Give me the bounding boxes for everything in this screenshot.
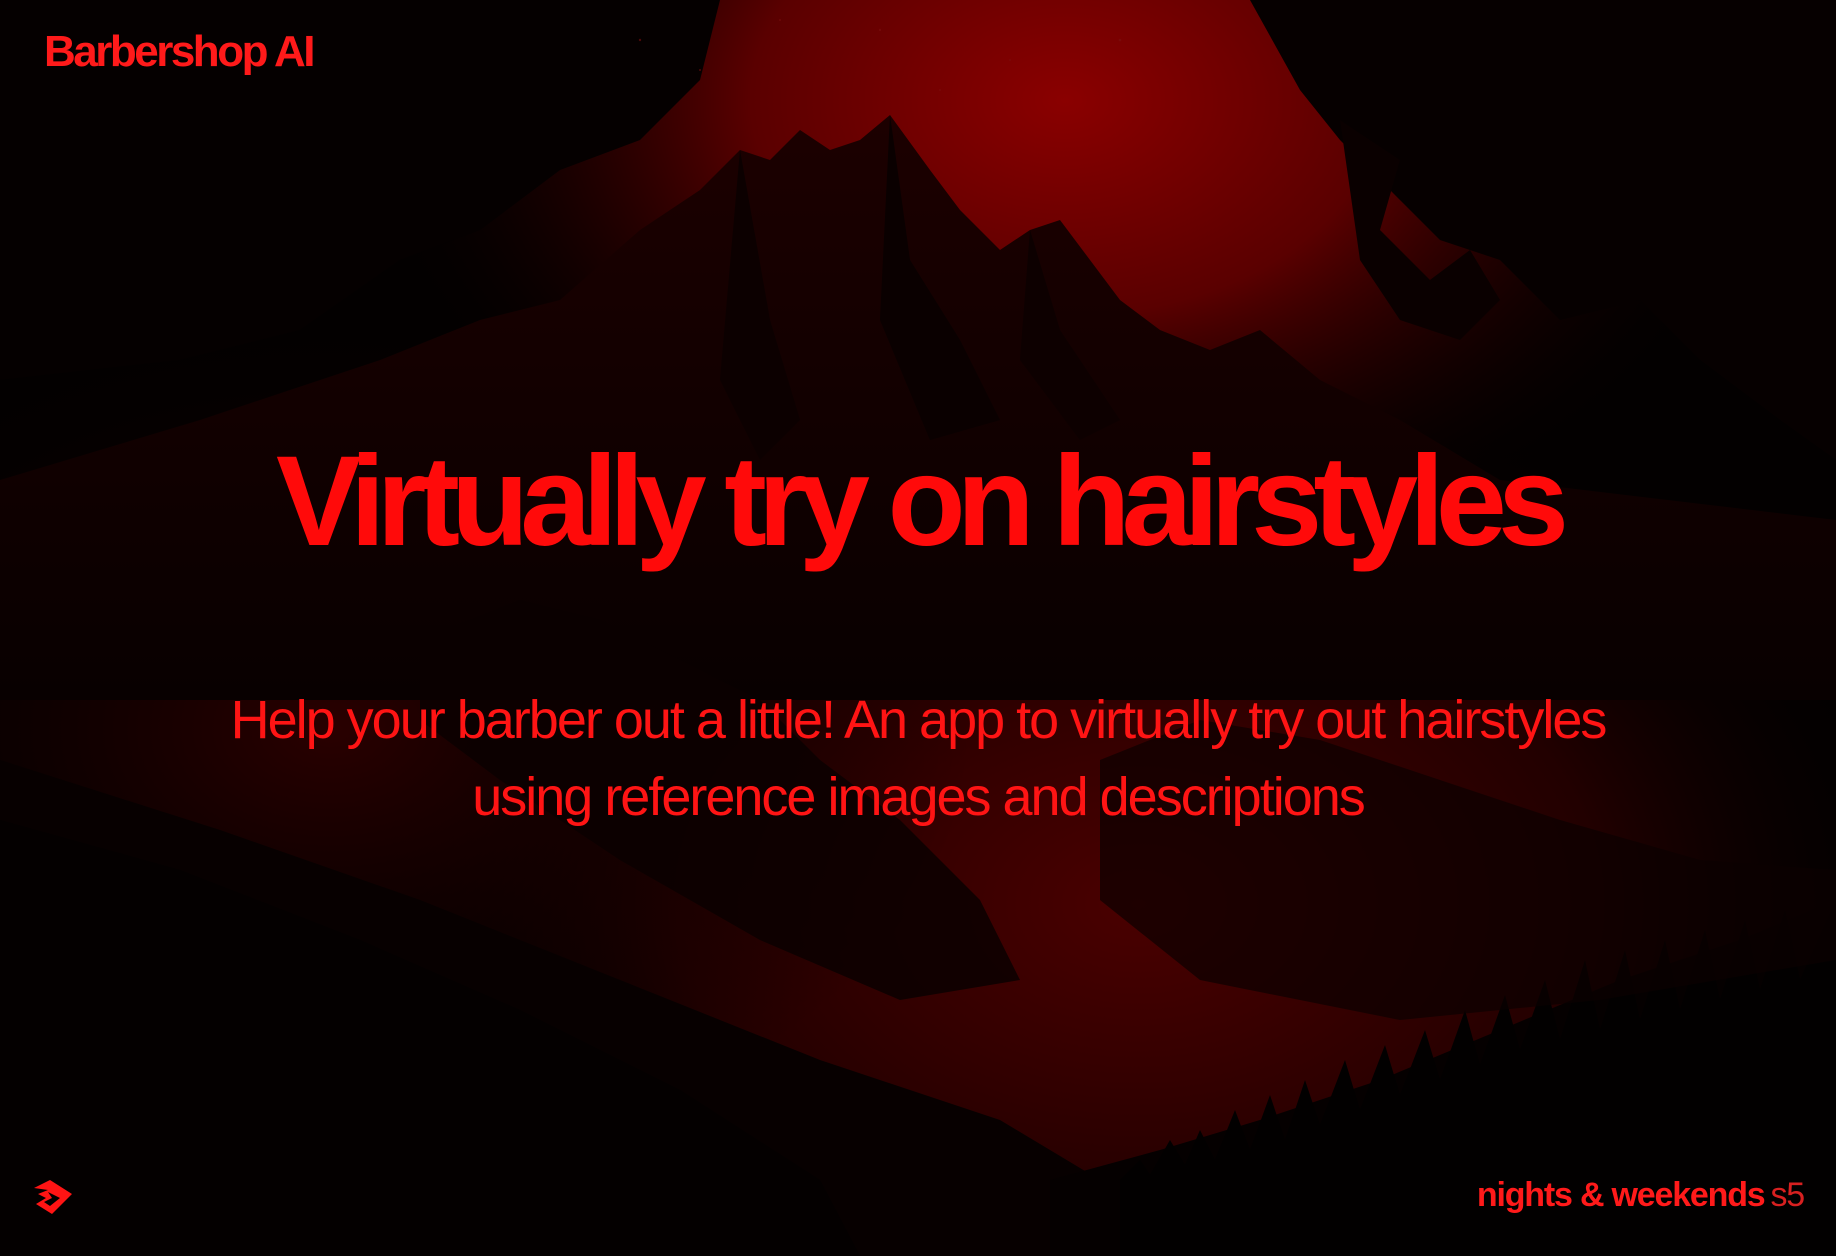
brand-name: Barbershop AI <box>44 27 316 76</box>
footer-program-tag: nights & weekends s5 <box>1476 1176 1805 1215</box>
hero-subheadline: Help your barber out a little! An app to… <box>230 690 1608 827</box>
mountain-landscape-illustration <box>0 0 1836 1256</box>
program-label: nights & weekends <box>1476 1176 1766 1214</box>
page: Barbershop AI Virtually try on hairstyle… <box>0 0 1836 1256</box>
season-label: s5 <box>1770 1176 1805 1214</box>
buildspace-logo-icon <box>34 1180 72 1214</box>
hero-headline: Virtually try on hairstyles <box>275 430 1569 573</box>
